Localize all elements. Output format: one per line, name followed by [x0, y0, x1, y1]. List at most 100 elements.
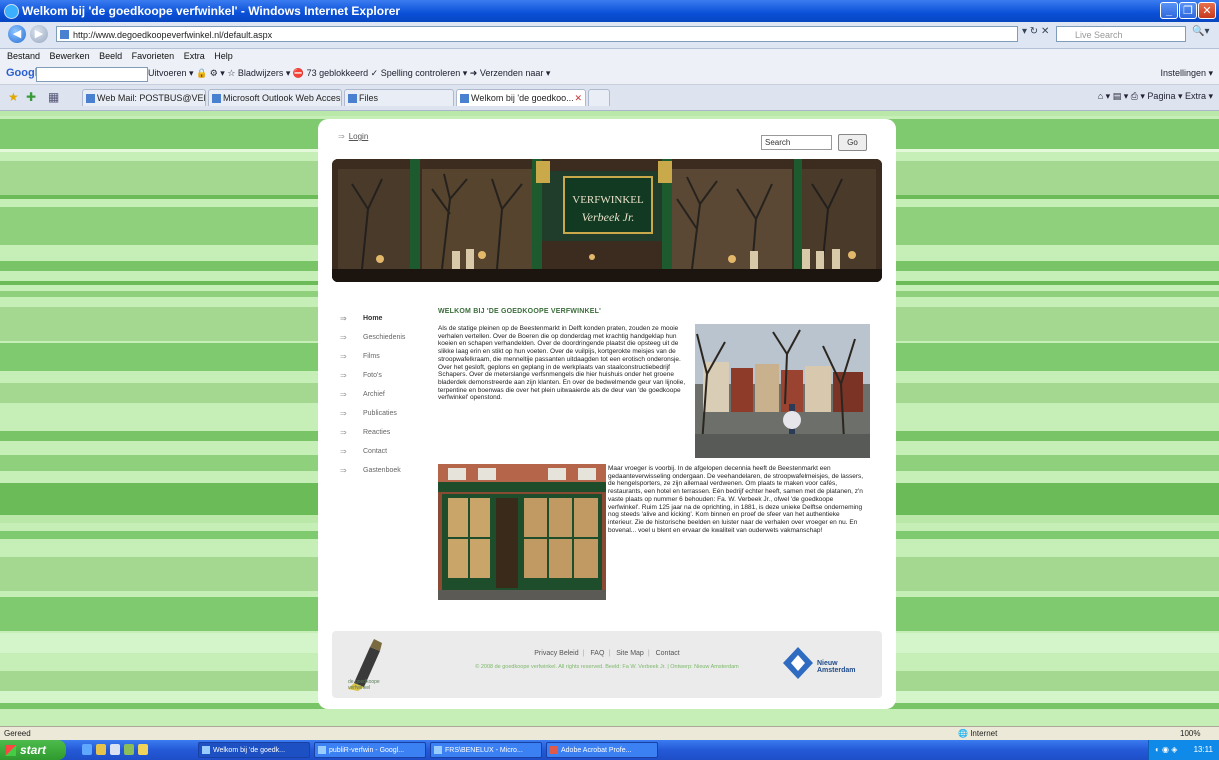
left-navigation: ⇒ Home ⇒ Geschiedenis ⇒ Films ⇒ Foto's ⇒ Arch… [338, 309, 433, 480]
login-label: Login [348, 132, 369, 141]
google-settings-button[interactable]: Instellingen ▾ [1160, 68, 1213, 79]
security-zone: 🌐 Internet [958, 729, 998, 738]
menu-help[interactable]: Help [214, 51, 233, 61]
start-button[interactable]: start [0, 740, 66, 760]
internet-explorer-icon [4, 4, 19, 19]
status-text: Gereed [4, 729, 31, 738]
login-link[interactable]: ⇒ Login [338, 132, 368, 141]
menu-beeld[interactable]: Beeld [99, 51, 122, 61]
zoom-level[interactable]: 100% [1180, 729, 1200, 738]
nieuw-amsterdam-logo[interactable]: Nieuw Amsterdam [781, 645, 876, 685]
google-search-input[interactable] [36, 67, 148, 82]
quicklaunch-app2-icon[interactable] [138, 744, 148, 755]
minimize-button[interactable]: _ [1160, 2, 1178, 19]
nav-item-publicaties[interactable]: ⇒ Publicaties [338, 404, 433, 423]
arrow-icon: ⇒ [340, 333, 347, 342]
faq-link[interactable]: FAQ [590, 650, 604, 657]
nav-label: Films [363, 353, 380, 360]
tab-close-icon[interactable]: ✕ [574, 90, 582, 106]
menu-bestand[interactable]: Bestand [7, 51, 40, 61]
verfwinkel-logo-text: de goedkoope verfwinkel [348, 679, 380, 691]
clock[interactable]: 13:11 [1194, 740, 1213, 760]
nav-item-geschiedenis[interactable]: ⇒ Geschiedenis [338, 328, 433, 347]
taskbar-item-browser[interactable]: Welkom bij 'de goedk... [198, 742, 310, 758]
zone-label: Internet [970, 729, 998, 738]
refresh-stop-buttons[interactable]: ▾ ↻ ✕ [1022, 26, 1049, 37]
windows-flag-icon [5, 745, 16, 756]
forward-button[interactable]: ▶ [30, 25, 48, 43]
web-page: ⇒ Login Search Go VERFWINKEL Verbeek Jr.… [318, 119, 896, 709]
maximize-button[interactable]: ❐ [1179, 2, 1197, 19]
site-search-input[interactable]: Search [761, 135, 832, 150]
quicklaunch-desktop-icon[interactable] [110, 744, 120, 755]
google-toolbar-tools[interactable]: Uitvoeren ▾ 🔒 ⚙ ▾ ☆ Bladwijzers ▾ ⛔ 73 g… [148, 68, 550, 79]
add-favorites-icon[interactable]: ✚ [26, 90, 36, 104]
taskbar-item-outlook[interactable]: FRS\BENELUX - Micro... [430, 742, 542, 758]
contact-link[interactable]: Contact [656, 650, 680, 657]
arrow-icon: ⇒ [338, 132, 345, 141]
tab-favicon [348, 94, 357, 103]
tab-files[interactable]: Files [344, 89, 454, 106]
taskbar-item-google[interactable]: publiR-verfwin - Googl... [314, 742, 426, 758]
square-photo [695, 324, 870, 458]
window-icon [318, 746, 326, 754]
nav-item-gastenboek[interactable]: ⇒ Gastenboek [338, 461, 433, 480]
tab-label: Web Mail: POSTBUS@VERFW... [97, 93, 205, 103]
tab-current[interactable]: Welkom bij 'de goedkoo... ✕ [456, 89, 586, 106]
banner-image: VERFWINKEL Verbeek Jr. [332, 159, 882, 282]
nav-item-contact[interactable]: ⇒ Contact [338, 442, 433, 461]
tab-outlook[interactable]: Microsoft Outlook Web Access [208, 89, 342, 106]
shopfront-photo [438, 464, 606, 600]
sitemap-link[interactable]: Site Map [616, 650, 644, 657]
nav-item-home[interactable]: ⇒ Home [338, 309, 433, 328]
nav-item-films[interactable]: ⇒ Films [338, 347, 433, 366]
tab-row: ★ ✚ ▦ Web Mail: POSTBUS@VERFW... Microso… [0, 85, 1219, 111]
tab-favicon [86, 94, 95, 103]
nav-label: Foto's [363, 372, 382, 379]
nav-item-archief[interactable]: ⇒ Archief [338, 385, 433, 404]
nav-label: Geschiedenis [363, 334, 406, 341]
nav-label: Gastenboek [363, 467, 401, 474]
privacy-link[interactable]: Privacy Beleid [534, 650, 578, 657]
quicklaunch-ie-icon[interactable] [82, 744, 92, 755]
menu-favorieten[interactable]: Favorieten [132, 51, 175, 61]
tab-label: Files [359, 93, 379, 103]
quicklaunch-app-icon[interactable] [124, 744, 134, 755]
page-icon [60, 30, 69, 39]
favorites-star-icon[interactable]: ★ [8, 90, 19, 104]
second-paragraph: Maar vroeger is voorbij. In de afgelopen… [608, 465, 864, 534]
taskbar-item-label: Welkom bij 'de goedk... [213, 747, 286, 754]
arrow-icon: ⇒ [340, 409, 347, 418]
nav-item-fotos[interactable]: ⇒ Foto's [338, 366, 433, 385]
url-text: http://www.degoedkoopeverfwinkel.nl/defa… [73, 30, 273, 40]
menu-bewerken[interactable]: Bewerken [50, 51, 90, 61]
close-button[interactable]: ✕ [1198, 2, 1216, 19]
page-title: WELKOM BIJ 'DE GOEDKOOPE VERFWINKEL' [438, 308, 601, 315]
back-button[interactable]: ◀ [8, 25, 26, 43]
arrow-icon: ⇒ [340, 447, 347, 456]
live-search-input[interactable]: Live Search [1056, 26, 1186, 42]
nieuw-amsterdam-text: Nieuw Amsterdam [817, 660, 856, 674]
new-tab-button[interactable] [588, 89, 610, 106]
tab-webmail[interactable]: Web Mail: POSTBUS@VERFW... [82, 89, 206, 106]
nav-label: Publicaties [363, 410, 397, 417]
tab-label: Welkom bij 'de goedkoo... [471, 93, 574, 103]
tab-label: Microsoft Outlook Web Access [223, 93, 342, 103]
taskbar-item-acrobat[interactable]: Adobe Acrobat Profe... [546, 742, 658, 758]
intro-paragraph: Als de statige pleinen op de Beestenmark… [438, 325, 686, 402]
nav-item-reacties[interactable]: ⇒ Reacties [338, 423, 433, 442]
quicklaunch-folder-icon[interactable] [96, 744, 106, 755]
banner-sign-text: VERFWINKEL [572, 194, 644, 206]
menu-extra[interactable]: Extra [184, 51, 205, 61]
site-go-button[interactable]: Go [838, 134, 867, 151]
tray-icons[interactable]: ◐ ◉ ◈ [1155, 740, 1177, 760]
url-field[interactable]: http://www.degoedkoopeverfwinkel.nl/defa… [56, 26, 1018, 42]
taskbar-item-label: FRS\BENELUX - Micro... [445, 747, 523, 754]
arrow-icon: ⇒ [340, 314, 347, 323]
search-icon[interactable]: 🔍▾ [1192, 26, 1209, 37]
menu-bar: Bestand Bewerken Beeld Favorieten Extra … [0, 49, 1219, 64]
quick-tabs-icon[interactable]: ▦ [48, 90, 59, 104]
tab-favicon [212, 94, 221, 103]
shopfront-image [438, 464, 606, 600]
command-bar[interactable]: ⌂ ▾ ▤ ▾ ⎙ ▾ Pagina ▾ Extra ▾ [1098, 91, 1213, 102]
